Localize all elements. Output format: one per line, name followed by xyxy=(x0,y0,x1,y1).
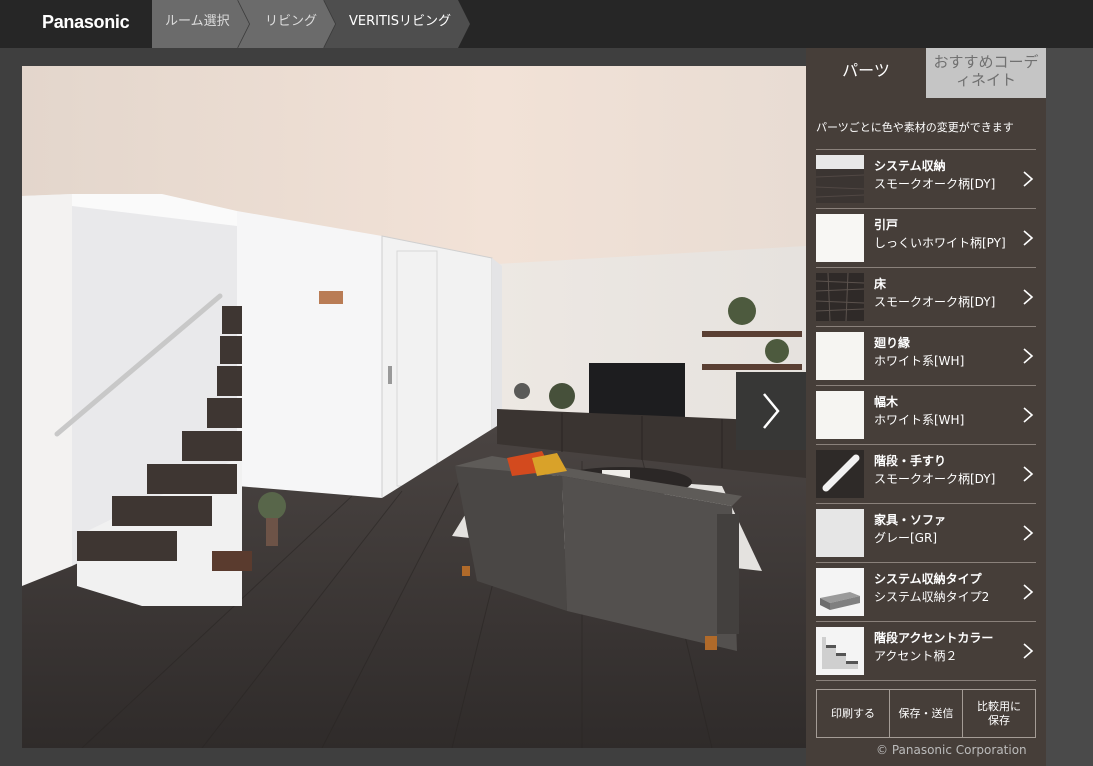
parts-panel: パーツ おすすめコーディネイト パーツごとに色や素材の変更ができます システム収… xyxy=(806,48,1046,766)
swatch-image xyxy=(816,214,864,262)
handrail-swatch-icon xyxy=(816,450,864,498)
panel-description: パーツごとに色や素材の変更ができます xyxy=(816,121,1014,134)
swatch-image xyxy=(816,273,864,321)
part-value: システム収納タイプ2 xyxy=(874,590,990,604)
compare-save-button[interactable]: 比較用に保存 xyxy=(962,690,1035,737)
chevron-right-icon xyxy=(1023,289,1034,305)
swatch-image xyxy=(816,450,864,498)
action-buttons: 印刷する 保存・送信 比較用に保存 xyxy=(816,689,1036,738)
panasonic-logo[interactable]: Panasonic xyxy=(42,12,130,33)
part-value: しっくいホワイト柄[PY] xyxy=(874,236,1006,250)
breadcrumb-label: VERITISリビング xyxy=(349,14,452,29)
swatch-image xyxy=(816,155,864,203)
part-name: 引戸 xyxy=(874,218,899,232)
stair-accent-swatch-icon xyxy=(816,627,864,675)
part-name: 階段アクセントカラー xyxy=(874,631,994,645)
part-item-stairs-handrail[interactable]: 階段・手すり スモークオーク柄[DY] xyxy=(816,445,1036,504)
dark-wood-swatch-icon xyxy=(816,273,864,321)
tab-recommended-label: おすすめコーディネイト xyxy=(933,53,1039,89)
white-swatch-icon xyxy=(816,332,864,380)
chevron-right-icon xyxy=(1023,407,1034,423)
swatch-image xyxy=(816,568,864,616)
part-name: 幅木 xyxy=(874,395,899,409)
part-name: 家具・ソファ xyxy=(874,513,947,527)
part-item-stair-accent[interactable]: 階段アクセントカラー アクセント柄２ xyxy=(816,622,1036,681)
chevron-right-icon xyxy=(1023,525,1034,541)
part-value: スモークオーク柄[DY] xyxy=(874,177,996,191)
part-value: ホワイト系[WH] xyxy=(874,354,965,368)
dark-wood-swatch-icon xyxy=(816,155,864,203)
swatch-image xyxy=(816,391,864,439)
part-name: 階段・手すり xyxy=(874,454,947,468)
part-item-storage-type[interactable]: システム収納タイプ システム収納タイプ2 xyxy=(816,563,1036,622)
swatch-image xyxy=(816,332,864,380)
right-strip xyxy=(1046,48,1093,766)
part-value: グレー[GR] xyxy=(874,531,938,545)
part-item-system-storage[interactable]: システム収納 スモークオーク柄[DY] xyxy=(816,150,1036,209)
chevron-right-icon xyxy=(1023,171,1034,187)
breadcrumb-room-select[interactable]: ルーム選択 xyxy=(152,0,250,48)
part-value: スモークオーク柄[DY] xyxy=(874,295,996,309)
chevron-right-icon xyxy=(1023,643,1034,659)
save-send-button[interactable]: 保存・送信 xyxy=(889,690,962,737)
parts-list: システム収納 スモークオーク柄[DY] 引戸 しっくいホワイト柄[PY] 床 ス… xyxy=(816,149,1036,681)
room-preview xyxy=(22,66,806,748)
breadcrumb-living[interactable]: リビング xyxy=(238,0,336,48)
breadcrumb-label: ルーム選択 xyxy=(165,14,230,29)
print-button[interactable]: 印刷する xyxy=(817,690,889,737)
chevron-right-icon xyxy=(1023,584,1034,600)
part-name: 床 xyxy=(874,277,887,291)
tab-recommended-coordinate[interactable]: おすすめコーディネイト xyxy=(926,48,1046,98)
part-name: 廻り縁 xyxy=(874,336,911,350)
chevron-right-icon xyxy=(1023,466,1034,482)
top-bar: Panasonic ルーム選択 リビング VERITISリビング xyxy=(0,0,1093,48)
storage-type-swatch-icon xyxy=(816,568,864,616)
part-value: アクセント柄２ xyxy=(874,649,958,663)
swatch-image xyxy=(816,509,864,557)
chevron-right-icon xyxy=(763,393,780,429)
part-name: システム収納 xyxy=(874,159,946,173)
room-scene-image xyxy=(22,66,806,748)
part-item-sliding-door[interactable]: 引戸 しっくいホワイト柄[PY] xyxy=(816,209,1036,268)
part-item-furniture-sofa[interactable]: 家具・ソファ グレー[GR] xyxy=(816,504,1036,563)
part-value: スモークオーク柄[DY] xyxy=(874,472,996,486)
swatch-image xyxy=(816,627,864,675)
next-view-button[interactable] xyxy=(736,372,806,450)
tab-parts[interactable]: パーツ xyxy=(806,48,926,98)
part-item-floor[interactable]: 床 スモークオーク柄[DY] xyxy=(816,268,1036,327)
compare-save-label: 比較用に保存 xyxy=(977,699,1021,727)
copyright-text: © Panasonic Corporation xyxy=(876,743,1027,757)
chevron-right-icon xyxy=(1023,348,1034,364)
part-name: システム収納タイプ xyxy=(874,572,982,586)
light-gray-swatch-icon xyxy=(816,509,864,557)
part-item-baseboard[interactable]: 幅木 ホワイト系[WH] xyxy=(816,386,1036,445)
part-value: ホワイト系[WH] xyxy=(874,413,965,427)
breadcrumb-veritis-living: VERITISリビング xyxy=(324,0,470,48)
breadcrumb-label: リビング xyxy=(265,14,318,29)
chevron-right-icon xyxy=(1023,230,1034,246)
white-swatch-icon xyxy=(816,391,864,439)
white-swatch-icon xyxy=(816,214,864,262)
part-item-crown-molding[interactable]: 廻り縁 ホワイト系[WH] xyxy=(816,327,1036,386)
